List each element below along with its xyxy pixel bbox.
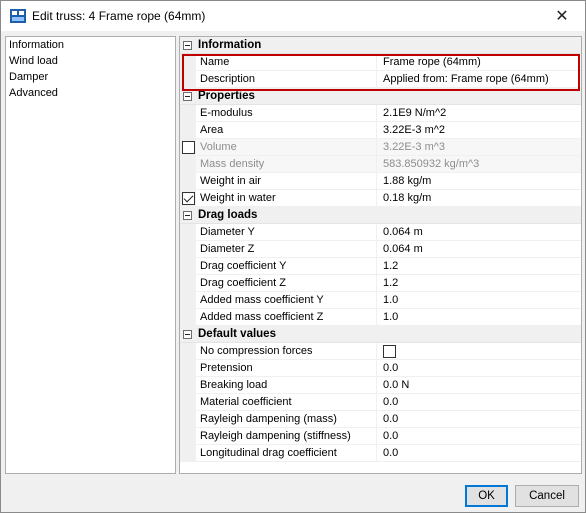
- category-label: Drag loads: [198, 209, 258, 221]
- property-label: Added mass coefficient Y: [200, 294, 324, 306]
- property-label: Area: [200, 124, 224, 136]
- property-label: No compression forces: [200, 345, 313, 357]
- drag-coefficient-z-value[interactable]: 1.2: [383, 277, 398, 289]
- category-information[interactable]: Information: [180, 37, 581, 54]
- property-row-weight-in-water[interactable]: Weight in water 0.18 kg/m: [180, 190, 581, 207]
- property-row-material-coefficient[interactable]: Material coefficient 0.0: [180, 394, 581, 411]
- property-row-description[interactable]: Description Applied from: Frame rope (64…: [180, 71, 581, 88]
- mass-density-value: 583.850932 kg/m^3: [383, 158, 480, 170]
- edit-truss-dialog: Edit truss: 4 Frame rope (64mm) ✕ Inform…: [0, 0, 586, 513]
- property-row-added-mass-z[interactable]: Added mass coefficient Z 1.0: [180, 309, 581, 326]
- rayleigh-mass-value[interactable]: 0.0: [383, 413, 398, 425]
- rayleigh-stiffness-value[interactable]: 0.0: [383, 430, 398, 442]
- property-row-e-modulus[interactable]: E-modulus 2.1E9 N/m^2: [180, 105, 581, 122]
- property-label: Breaking load: [200, 379, 268, 391]
- property-label: E-modulus: [200, 107, 253, 119]
- property-label: Rayleigh dampening (stiffness): [200, 430, 351, 442]
- area-value[interactable]: 3.22E-3 m^2: [383, 124, 445, 136]
- category-label: Properties: [198, 90, 255, 102]
- property-row-pretension[interactable]: Pretension 0.0: [180, 360, 581, 377]
- longitudinal-drag-value[interactable]: 0.0: [383, 447, 398, 459]
- category-label: Default values: [198, 328, 276, 340]
- sidebar-item-advanced[interactable]: Advanced: [6, 85, 175, 101]
- weight-in-water-checkbox[interactable]: [182, 192, 195, 205]
- collapse-icon[interactable]: [183, 211, 192, 220]
- property-row-rayleigh-stiffness[interactable]: Rayleigh dampening (stiffness) 0.0: [180, 428, 581, 445]
- property-row-no-compression[interactable]: No compression forces: [180, 343, 581, 360]
- section-list: Information Wind load Damper Advanced: [5, 36, 176, 474]
- property-label: Name: [200, 56, 230, 68]
- property-row-drag-coefficient-y[interactable]: Drag coefficient Y 1.2: [180, 258, 581, 275]
- title-bar[interactable]: Edit truss: 4 Frame rope (64mm) ✕: [1, 1, 585, 31]
- property-label: Weight in air: [200, 175, 261, 187]
- category-default-values[interactable]: Default values: [180, 326, 581, 343]
- volume-checkbox[interactable]: [182, 141, 195, 154]
- property-grid: Information Name Frame rope (64mm) Descr…: [179, 36, 582, 474]
- property-row-breaking-load[interactable]: Breaking load 0.0 N: [180, 377, 581, 394]
- app-icon: [10, 9, 26, 23]
- added-mass-z-value[interactable]: 1.0: [383, 311, 398, 323]
- property-label: Diameter Y: [200, 226, 255, 238]
- volume-value: 3.22E-3 m^3: [383, 141, 446, 153]
- property-label: Added mass coefficient Z: [200, 311, 324, 323]
- material-coefficient-value[interactable]: 0.0: [383, 396, 398, 408]
- description-value[interactable]: Applied from: Frame rope (64mm): [383, 73, 549, 85]
- property-row-drag-coefficient-z[interactable]: Drag coefficient Z 1.2: [180, 275, 581, 292]
- property-row-weight-in-air[interactable]: Weight in air 1.88 kg/m: [180, 173, 581, 190]
- no-compression-checkbox[interactable]: [383, 345, 396, 358]
- cancel-button[interactable]: Cancel: [515, 485, 579, 507]
- property-label: Pretension: [200, 362, 253, 374]
- sidebar-item-damper[interactable]: Damper: [6, 69, 175, 85]
- property-row-name[interactable]: Name Frame rope (64mm): [180, 54, 581, 71]
- property-label: Diameter Z: [200, 243, 255, 255]
- collapse-icon[interactable]: [183, 92, 192, 101]
- ok-button[interactable]: OK: [465, 485, 508, 507]
- category-label: Information: [198, 39, 262, 51]
- property-row-diameter-z[interactable]: Diameter Z 0.064 m: [180, 241, 581, 258]
- property-row-diameter-y[interactable]: Diameter Y 0.064 m: [180, 224, 581, 241]
- property-label: Rayleigh dampening (mass): [200, 413, 337, 425]
- sidebar-item-wind-load[interactable]: Wind load: [6, 53, 175, 69]
- category-drag-loads[interactable]: Drag loads: [180, 207, 581, 224]
- category-properties[interactable]: Properties: [180, 88, 581, 105]
- property-label: Mass density: [200, 158, 265, 170]
- close-icon[interactable]: ✕: [539, 1, 585, 31]
- collapse-icon[interactable]: [183, 330, 192, 339]
- drag-coefficient-y-value[interactable]: 1.2: [383, 260, 398, 272]
- breaking-load-value[interactable]: 0.0 N: [383, 379, 409, 391]
- window-title: Edit truss: 4 Frame rope (64mm): [32, 9, 206, 23]
- e-modulus-value[interactable]: 2.1E9 N/m^2: [383, 107, 446, 119]
- weight-in-water-value[interactable]: 0.18 kg/m: [383, 192, 431, 204]
- property-label: Description: [200, 73, 256, 85]
- collapse-icon[interactable]: [183, 41, 192, 50]
- sidebar-item-information[interactable]: Information: [6, 37, 175, 53]
- diameter-z-value[interactable]: 0.064 m: [383, 243, 423, 255]
- property-row-mass-density: Mass density 583.850932 kg/m^3: [180, 156, 581, 173]
- weight-in-air-value[interactable]: 1.88 kg/m: [383, 175, 431, 187]
- property-label: Volume: [200, 141, 237, 153]
- property-label: Drag coefficient Y: [200, 260, 287, 272]
- property-row-rayleigh-mass[interactable]: Rayleigh dampening (mass) 0.0: [180, 411, 581, 428]
- pretension-value[interactable]: 0.0: [383, 362, 398, 374]
- added-mass-y-value[interactable]: 1.0: [383, 294, 398, 306]
- property-row-added-mass-y[interactable]: Added mass coefficient Y 1.0: [180, 292, 581, 309]
- diameter-y-value[interactable]: 0.064 m: [383, 226, 423, 238]
- property-label: Drag coefficient Z: [200, 277, 287, 289]
- property-row-area[interactable]: Area 3.22E-3 m^2: [180, 122, 581, 139]
- name-value[interactable]: Frame rope (64mm): [383, 56, 481, 68]
- property-label: Material coefficient: [200, 396, 292, 408]
- property-label: Weight in water: [200, 192, 276, 204]
- property-row-volume[interactable]: Volume 3.22E-3 m^3: [180, 139, 581, 156]
- property-row-longitudinal-drag[interactable]: Longitudinal drag coefficient 0.0: [180, 445, 581, 462]
- property-label: Longitudinal drag coefficient: [200, 447, 337, 459]
